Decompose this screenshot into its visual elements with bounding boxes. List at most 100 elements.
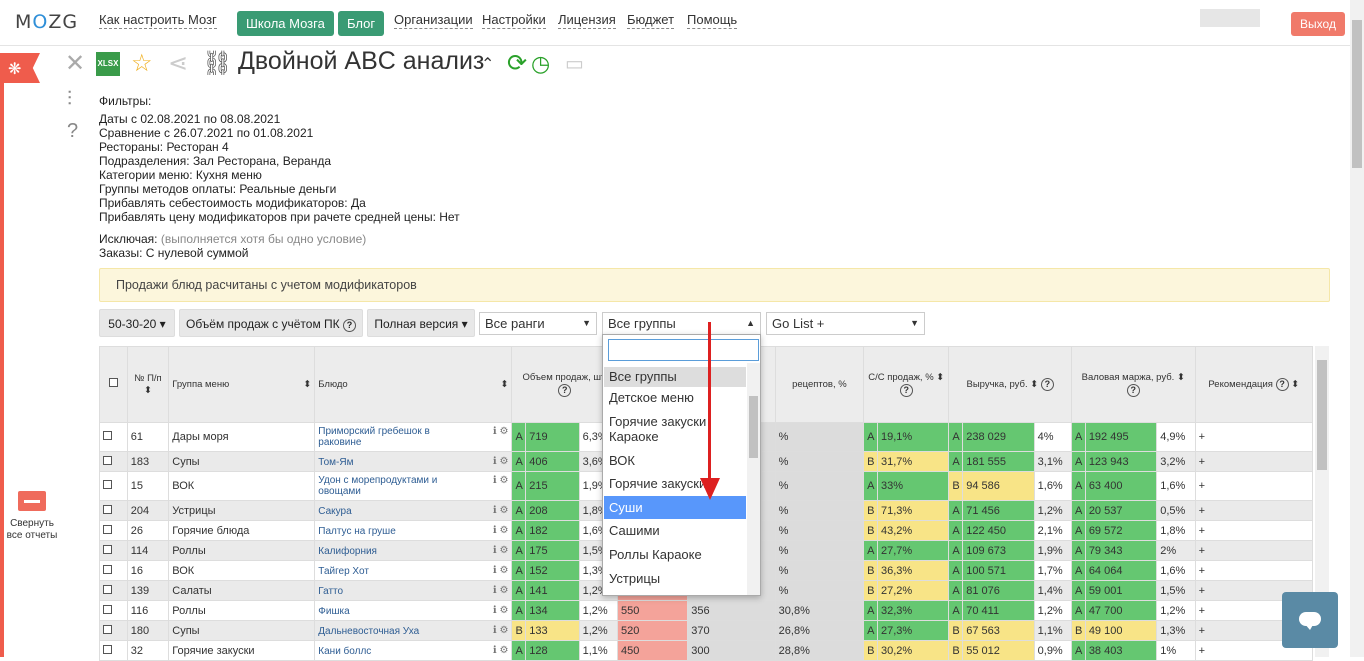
- chat-widget-button[interactable]: [1282, 592, 1338, 648]
- col-dish[interactable]: Блюдо ⬍: [314, 346, 513, 423]
- row-checkbox[interactable]: [99, 620, 128, 641]
- dropdown-option[interactable]: ВОК: [604, 453, 746, 468]
- row-checkbox[interactable]: [99, 540, 128, 561]
- margin-value: 79 343: [1084, 540, 1158, 561]
- col-num[interactable]: № П/п ⬍: [126, 346, 170, 423]
- dish-link: Палтус на груше: [318, 525, 396, 537]
- dropdown-option[interactable]: Горячие закуски: [604, 476, 746, 491]
- row-checkbox[interactable]: [99, 520, 128, 541]
- version-dropdown-button[interactable]: Полная версия ▾: [367, 309, 475, 337]
- row-num: 16: [126, 560, 170, 581]
- col-margin[interactable]: Валовая маржа, руб. ⬍ ?: [1070, 346, 1196, 423]
- recipes-percent: 30,8%: [774, 600, 865, 621]
- row-dish[interactable]: Палтус на груше ℹ ⚙: [314, 520, 513, 541]
- chevron-up-icon[interactable]: ⌃: [481, 51, 494, 79]
- dropdown-scrollbar[interactable]: [747, 363, 760, 595]
- volume-grade: A: [511, 520, 527, 541]
- row-checkbox[interactable]: [99, 422, 128, 452]
- collapse-all-icon[interactable]: [18, 491, 46, 511]
- ratio-dropdown-button[interactable]: 50-30-20 ▾: [99, 309, 175, 337]
- dish-link: Сакура: [318, 505, 352, 517]
- row-group: ВОК: [168, 560, 316, 581]
- row-checkbox[interactable]: [99, 471, 128, 501]
- row-checkbox[interactable]: [99, 580, 128, 601]
- row-dish[interactable]: Том-Ям ℹ ⚙: [314, 451, 513, 472]
- revenue-value: 122 450: [962, 520, 1035, 541]
- question-icon[interactable]: ?: [343, 319, 357, 332]
- cs-percent: 71,3%: [876, 500, 950, 521]
- col-recommendation[interactable]: Рекомендация ? ⬍: [1194, 346, 1314, 423]
- collapse-all-label[interactable]: Свернуть все отчеты: [4, 518, 60, 542]
- row-dish[interactable]: Тайгер Хот ℹ ⚙: [314, 560, 513, 581]
- reports-ribbon[interactable]: ❋: [0, 53, 40, 83]
- nav-license[interactable]: Лицензия: [558, 12, 616, 29]
- row-dish[interactable]: Гатто ℹ ⚙: [314, 580, 513, 601]
- nav-settings[interactable]: Настройки: [482, 12, 546, 29]
- col-revenue[interactable]: Выручка, руб. ⬍ ?: [948, 346, 1072, 423]
- row-checkbox[interactable]: [99, 600, 128, 621]
- row-dish[interactable]: Удон с морепродуктами и овощами ℹ ⚙: [314, 471, 513, 501]
- logout-button[interactable]: Выход: [1291, 12, 1345, 36]
- row-dish[interactable]: Приморский гребешок в раковине ℹ ⚙: [314, 422, 513, 452]
- close-icon[interactable]: ✕: [65, 50, 85, 78]
- row-dish[interactable]: Калифорния ℹ ⚙: [314, 540, 513, 561]
- dropdown-option[interactable]: Горячие закуски Караоке: [604, 414, 746, 444]
- dropdown-option[interactable]: Детское меню: [604, 390, 746, 405]
- dropdown-option[interactable]: Устрицы: [604, 571, 746, 586]
- col-recipes[interactable]: рецептов, %: [774, 346, 865, 423]
- revenue-grade: B: [948, 640, 964, 661]
- cs-grade: A: [863, 600, 878, 621]
- margin-percent: 0,5%: [1156, 500, 1196, 521]
- row-dish[interactable]: Фишка ℹ ⚙: [314, 600, 513, 621]
- link-icon[interactable]: ⛓: [202, 50, 232, 78]
- row-checkbox[interactable]: [99, 640, 128, 661]
- ranks-select[interactable]: Все ранги ▼: [479, 312, 597, 335]
- volume-grade: A: [511, 471, 527, 501]
- dropdown-option-highlighted[interactable]: Суши: [604, 496, 746, 519]
- dropdown-option[interactable]: Роллы Караоке: [604, 547, 746, 562]
- clock-icon[interactable]: ◷: [531, 50, 550, 78]
- col-cs-share[interactable]: С/С продаж, % ⬍ ?: [863, 346, 950, 423]
- xlsx-export-icon[interactable]: XLSX: [96, 52, 120, 76]
- refresh-icon[interactable]: ⟳: [507, 50, 527, 78]
- logo[interactable]: MOZG: [15, 11, 78, 33]
- col-group[interactable]: Группа меню ⬍: [168, 346, 316, 423]
- page-scrollbar[interactable]: [1350, 0, 1364, 657]
- row-checkbox[interactable]: [99, 451, 128, 472]
- laptop-icon[interactable]: ▭: [565, 50, 584, 78]
- groups-select[interactable]: Все группы ▲: [602, 312, 761, 335]
- groups-search-input[interactable]: [608, 339, 759, 361]
- info-icon: ℹ ⚙: [492, 475, 509, 486]
- nav-budget[interactable]: Бюджет: [627, 12, 675, 29]
- table-row[interactable]: 32 Горячие закуски Кани боллс ℹ ⚙ A 128 1,1% 45…: [99, 640, 1314, 661]
- cs-percent: 32,3%: [876, 600, 950, 621]
- nav-how-to-setup[interactable]: Как настроить Мозг: [99, 12, 217, 29]
- recipes-percent: %: [774, 451, 865, 472]
- row-checkbox[interactable]: [99, 500, 128, 521]
- row-dish[interactable]: Дальневосточная Уха ℹ ⚙: [314, 620, 513, 641]
- blog-button[interactable]: Блог: [338, 11, 385, 36]
- nav-organizations[interactable]: Организации: [394, 12, 473, 29]
- help-icon[interactable]: ?: [67, 120, 78, 143]
- table-row[interactable]: 116 Роллы Фишка ℹ ⚙ A 134 1,2% 550 356 30,8% A 32,3…: [99, 600, 1314, 621]
- row-checkbox[interactable]: [99, 560, 128, 581]
- recommendation-value: +: [1194, 520, 1314, 541]
- volume-grade: A: [511, 500, 527, 521]
- filters-sliders-icon[interactable]: ⫶: [67, 88, 72, 111]
- nav-help[interactable]: Помощь: [687, 12, 738, 29]
- row-dish[interactable]: Кани боллс ℹ ⚙: [314, 640, 513, 661]
- revenue-percent: 1,6%: [1033, 471, 1072, 501]
- dropdown-option[interactable]: Все группы: [604, 367, 746, 387]
- recipes-percent: 26,8%: [774, 620, 865, 641]
- share-icon[interactable]: ⋖: [168, 50, 188, 78]
- golist-select[interactable]: Go List + ▼: [766, 312, 925, 335]
- school-button[interactable]: Школа Мозга: [237, 11, 334, 36]
- row-group: Роллы: [168, 540, 316, 561]
- select-all-checkbox[interactable]: [99, 346, 128, 423]
- revenue-grade: A: [948, 451, 964, 472]
- star-icon[interactable]: ☆: [131, 50, 153, 78]
- row-dish[interactable]: Сакура ℹ ⚙: [314, 500, 513, 521]
- table-row[interactable]: 180 Супы Дальневосточная Уха ℹ ⚙ B 133 1,2% 520…: [99, 620, 1314, 641]
- volume-button[interactable]: Объём продаж с учётом ПК ?: [179, 309, 363, 337]
- dropdown-option[interactable]: Сашими: [604, 523, 746, 538]
